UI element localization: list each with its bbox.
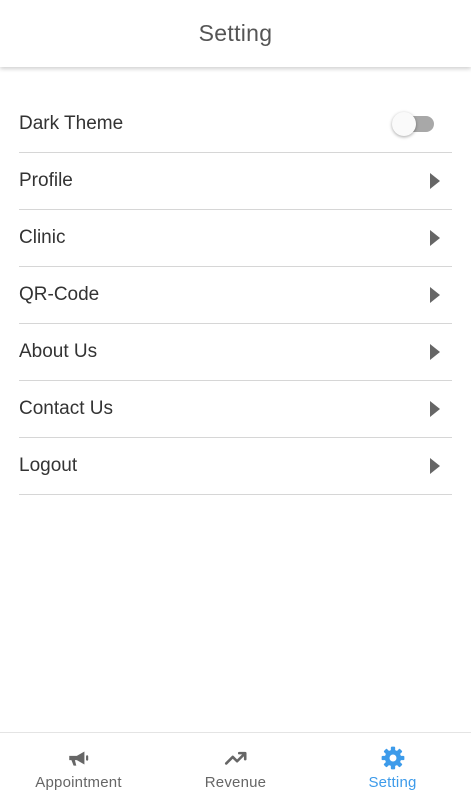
chevron-right-icon — [430, 173, 440, 189]
chevron-right-icon — [430, 287, 440, 303]
settings-item-label: Clinic — [19, 227, 66, 248]
settings-item-contact-us[interactable]: Contact Us — [19, 381, 452, 438]
chevron-right-icon — [430, 401, 440, 417]
megaphone-icon — [68, 751, 88, 766]
settings-item-label: Contact Us — [19, 398, 113, 419]
toggle-knob — [392, 112, 416, 136]
nav-label: Setting — [368, 774, 417, 791]
settings-item-logout[interactable]: Logout — [19, 438, 452, 495]
settings-item-label: Profile — [19, 170, 73, 191]
settings-item-about-us[interactable]: About Us — [19, 324, 452, 381]
gear-icon — [381, 746, 404, 770]
settings-item-qr-code[interactable]: QR-Code — [19, 267, 452, 324]
dark-theme-row[interactable]: Dark Theme — [19, 96, 452, 153]
bottom-navigation: Appointment Revenue Setting — [0, 732, 471, 800]
nav-item-appointment[interactable]: Appointment — [0, 733, 157, 800]
settings-item-clinic[interactable]: Clinic — [19, 210, 452, 267]
page-title: Setting — [198, 20, 273, 46]
app-header: Setting — [0, 0, 471, 67]
chevron-right-icon — [430, 344, 440, 360]
settings-screen: Setting Dark Theme Profile Clinic QR-Cod… — [0, 0, 471, 800]
settings-item-profile[interactable]: Profile — [19, 153, 452, 210]
trending-up-icon — [224, 751, 247, 765]
settings-list: Dark Theme Profile Clinic QR-Code About … — [19, 96, 452, 495]
nav-item-revenue[interactable]: Revenue — [157, 733, 314, 800]
settings-item-label: QR-Code — [19, 284, 100, 305]
dark-theme-label: Dark Theme — [19, 113, 124, 134]
chevron-right-icon — [430, 230, 440, 246]
nav-label: Appointment — [35, 774, 122, 791]
nav-label: Revenue — [204, 774, 267, 791]
settings-item-label: Logout — [19, 455, 78, 476]
dark-theme-toggle[interactable] — [392, 112, 438, 136]
nav-item-setting[interactable]: Setting — [314, 733, 471, 800]
chevron-right-icon — [430, 458, 440, 474]
settings-item-label: About Us — [19, 341, 98, 362]
